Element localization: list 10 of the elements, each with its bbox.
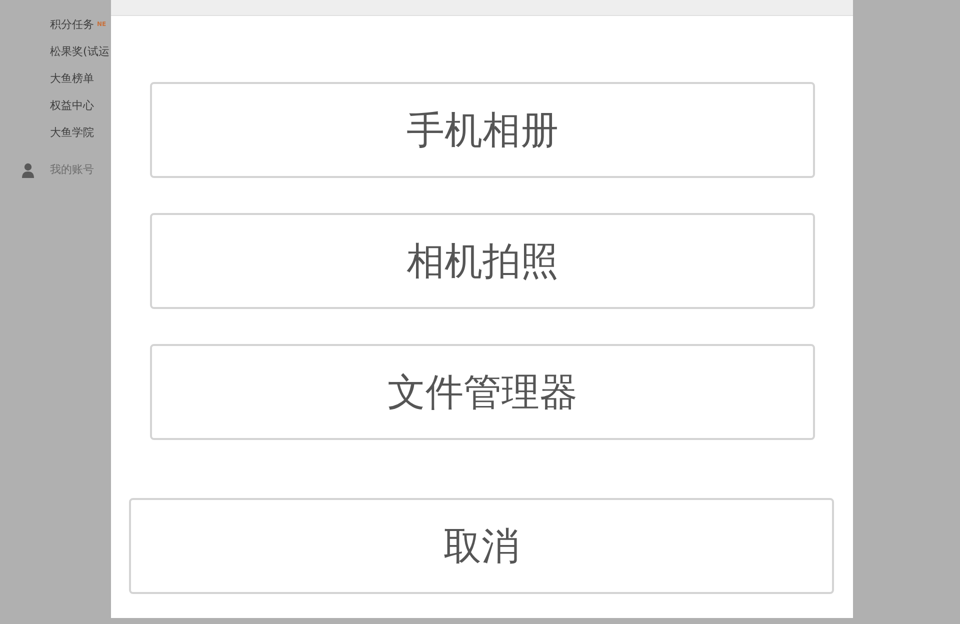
person-icon <box>22 162 34 178</box>
sidebar-item[interactable]: 大鱼榜单 <box>50 71 94 87</box>
sidebar-item[interactable]: 积分任务 <box>50 17 94 33</box>
option-button[interactable]: 文件管理器 <box>150 344 815 440</box>
option-button[interactable]: 手机相册 <box>150 82 815 178</box>
sidebar-item[interactable]: 松果奖(试运 <box>50 44 110 60</box>
sidebar-item[interactable]: 权益中心 <box>50 98 94 114</box>
sidebar-item[interactable]: 大鱼学院 <box>50 125 94 141</box>
option-button[interactable]: 相机拍照 <box>150 213 815 309</box>
cancel-button[interactable]: 取消 <box>129 498 834 594</box>
